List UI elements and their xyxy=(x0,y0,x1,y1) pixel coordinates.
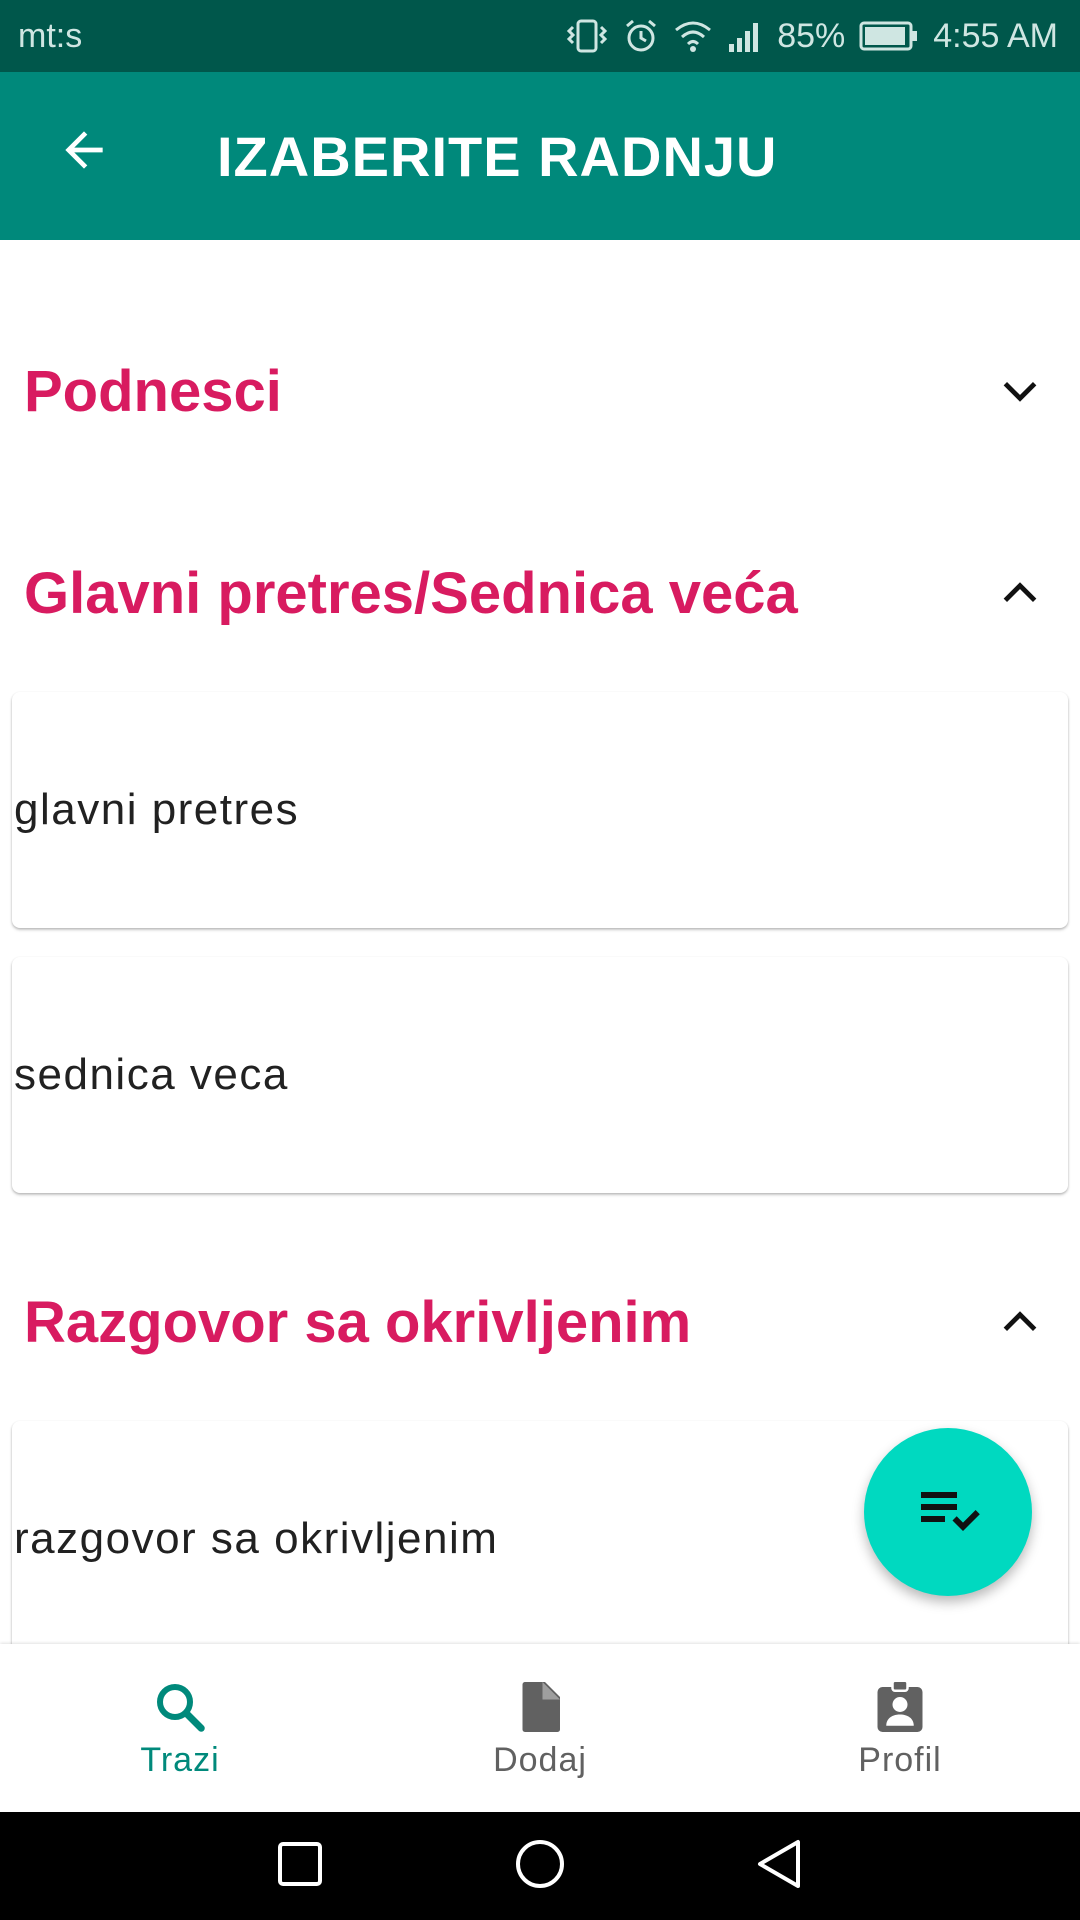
nav-item-dodaj[interactable]: Dodaj xyxy=(360,1644,720,1812)
nav-label: Trazi xyxy=(140,1740,220,1779)
chevron-down-icon xyxy=(998,369,1042,413)
section-title: Glavni pretres/Sednica veća xyxy=(24,560,798,626)
signal-icon xyxy=(727,18,763,54)
back-button[interactable] xyxy=(44,112,124,192)
list-item-label: sednica veca xyxy=(14,1050,289,1099)
section-header-podnesci[interactable]: Podnesci xyxy=(0,331,1080,451)
profile-badge-icon xyxy=(870,1677,930,1741)
chevron-up-icon xyxy=(998,1300,1042,1344)
circle-icon xyxy=(514,1838,566,1895)
nav-item-profil[interactable]: Profil xyxy=(720,1644,1080,1812)
battery-percent: 85% xyxy=(777,16,846,55)
status-icons: 85% 4:55 AM xyxy=(565,17,1058,56)
back-nav-button[interactable] xyxy=(750,1836,810,1896)
home-button[interactable] xyxy=(510,1836,570,1896)
nav-label: Profil xyxy=(858,1740,942,1779)
status-bar: mt:s 85% 4:55 AM xyxy=(0,0,1080,72)
section-title: Razgovor sa okrivljenim xyxy=(24,1289,692,1355)
section-header-glavni-pretres[interactable]: Glavni pretres/Sednica veća xyxy=(0,533,1080,653)
clock-time: 4:55 AM xyxy=(933,16,1058,55)
square-icon xyxy=(276,1840,324,1893)
page-title: IZABERITE RADNJU xyxy=(217,124,778,188)
playlist-check-icon xyxy=(912,1474,984,1551)
document-icon xyxy=(510,1677,570,1741)
app-bar: IZABERITE RADNJU xyxy=(0,72,1080,240)
list-item-label: razgovor sa okrivljenim xyxy=(14,1514,499,1563)
section-title: Podnesci xyxy=(24,358,282,424)
alarm-icon xyxy=(623,18,659,54)
bottom-navigation: Trazi Dodaj Profil xyxy=(0,1644,1080,1812)
battery-icon xyxy=(859,20,919,52)
search-icon xyxy=(150,1677,210,1741)
triangle-back-icon xyxy=(754,1838,806,1895)
recents-button[interactable] xyxy=(270,1836,330,1896)
arrow-back-icon xyxy=(56,122,112,183)
wifi-icon xyxy=(673,18,713,54)
list-item[interactable]: sednica veca xyxy=(12,957,1068,1193)
chevron-up-icon xyxy=(998,571,1042,615)
nav-label: Dodaj xyxy=(493,1740,587,1779)
section-header-razgovor[interactable]: Razgovor sa okrivljenim xyxy=(0,1262,1080,1382)
list-item[interactable]: glavni pretres xyxy=(12,692,1068,928)
playlist-check-fab[interactable] xyxy=(864,1428,1032,1596)
list-item-label: glavni pretres xyxy=(14,785,300,834)
nav-item-trazi[interactable]: Trazi xyxy=(0,1644,360,1812)
vibrate-icon xyxy=(565,18,609,54)
carrier-label: mt:s xyxy=(18,16,83,55)
system-navigation-bar xyxy=(0,1812,1080,1920)
